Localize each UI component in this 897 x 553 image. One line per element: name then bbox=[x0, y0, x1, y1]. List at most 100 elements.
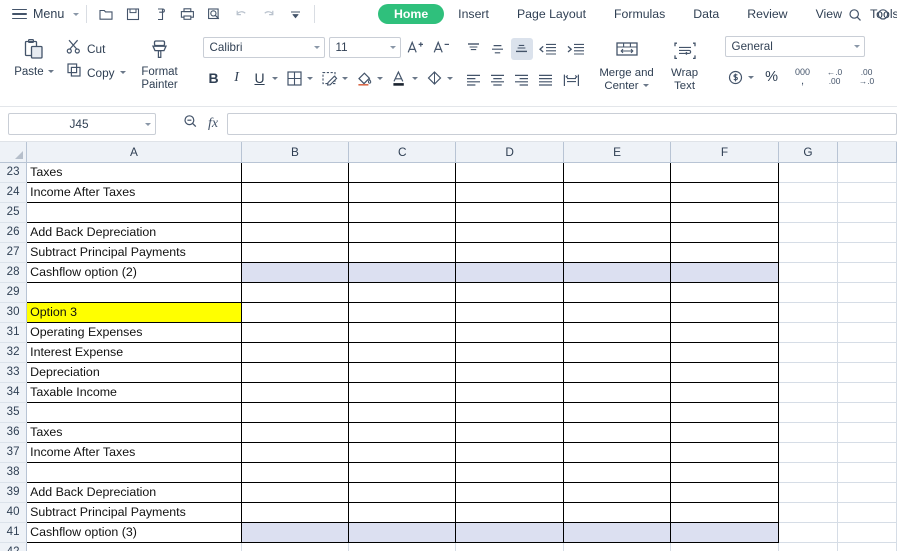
cell-F42[interactable] bbox=[670, 542, 779, 551]
align-middle-button[interactable] bbox=[487, 38, 509, 60]
table-row[interactable]: 28 Cashflow option (2) bbox=[0, 262, 897, 283]
cell-B33[interactable] bbox=[241, 362, 350, 383]
cell-C40[interactable] bbox=[348, 502, 457, 523]
cell-C31[interactable] bbox=[348, 322, 457, 343]
cell-B25[interactable] bbox=[241, 202, 350, 223]
cell-G32[interactable] bbox=[778, 342, 839, 363]
cell-E24[interactable] bbox=[563, 182, 672, 203]
cell-F31[interactable] bbox=[670, 322, 779, 343]
cell-E32[interactable] bbox=[563, 342, 672, 363]
cell-E28[interactable] bbox=[563, 262, 672, 283]
cell-G39[interactable] bbox=[778, 482, 839, 503]
cell-A26[interactable]: Add Back Depreciation bbox=[26, 222, 242, 243]
row-header-38[interactable]: 38 bbox=[0, 462, 28, 483]
format-painter-button[interactable]: Format Painter bbox=[131, 32, 189, 91]
cell-E35[interactable] bbox=[563, 402, 672, 423]
cell-F30[interactable] bbox=[670, 302, 779, 323]
clear-formatting-dropdown-icon[interactable] bbox=[446, 76, 453, 80]
font-color-button[interactable] bbox=[389, 67, 411, 89]
table-row[interactable]: 30 Option 3 bbox=[0, 302, 897, 323]
row-header-36[interactable]: 36 bbox=[0, 422, 28, 443]
row-header-42[interactable]: 42 bbox=[0, 542, 28, 551]
wrap-text-button[interactable]: Wrap Text bbox=[657, 34, 713, 93]
row-header-37[interactable]: 37 bbox=[0, 442, 28, 463]
cell-G25[interactable] bbox=[778, 202, 839, 223]
borders-dropdown-icon[interactable] bbox=[306, 76, 313, 80]
cell-D38[interactable] bbox=[455, 462, 564, 483]
cell-G33[interactable] bbox=[778, 362, 839, 383]
increase-decimal-button[interactable]: .00 →.0 bbox=[854, 66, 880, 88]
formula-input[interactable] bbox=[227, 113, 897, 135]
row-header-34[interactable]: 34 bbox=[0, 382, 28, 403]
cell-E41[interactable] bbox=[563, 522, 672, 543]
cell-F41[interactable] bbox=[670, 522, 779, 543]
conditional-formatting-button[interactable]: Conditio Formatti bbox=[894, 34, 897, 95]
cell-overflow-40[interactable] bbox=[837, 502, 897, 523]
increase-indent-button[interactable] bbox=[563, 38, 589, 60]
cell-B28[interactable] bbox=[241, 262, 350, 283]
decrease-indent-button[interactable] bbox=[535, 38, 561, 60]
cell-overflow-39[interactable] bbox=[837, 482, 897, 503]
cell-C34[interactable] bbox=[348, 382, 457, 403]
spreadsheet-grid[interactable]: A B C D E F G 23 Taxes 24 Income After Taxe… bbox=[0, 142, 897, 551]
cell-overflow-27[interactable] bbox=[837, 242, 897, 263]
cell-B35[interactable] bbox=[241, 402, 350, 423]
fill-color-dropdown-icon[interactable] bbox=[376, 76, 383, 80]
copy-button[interactable]: Copy bbox=[62, 62, 129, 83]
column-header-g[interactable]: G bbox=[778, 142, 839, 163]
cell-D28[interactable] bbox=[455, 262, 564, 283]
print-preview-icon[interactable] bbox=[202, 3, 226, 25]
cell-B34[interactable] bbox=[241, 382, 350, 403]
select-all-button[interactable] bbox=[0, 142, 28, 163]
cell-G23[interactable] bbox=[778, 162, 839, 183]
cell-B37[interactable] bbox=[241, 442, 350, 463]
cell-A37[interactable]: Income After Taxes bbox=[26, 442, 242, 463]
cell-C41[interactable] bbox=[348, 522, 457, 543]
borders-button[interactable] bbox=[284, 67, 306, 89]
cell-B31[interactable] bbox=[241, 322, 350, 343]
cell-overflow-34[interactable] bbox=[837, 382, 897, 403]
cell-C37[interactable] bbox=[348, 442, 457, 463]
cell-D23[interactable] bbox=[455, 161, 564, 183]
bold-button[interactable]: B bbox=[203, 67, 225, 89]
cell-C33[interactable] bbox=[348, 362, 457, 383]
cell-B42[interactable] bbox=[241, 542, 350, 551]
chevron-down-icon[interactable] bbox=[145, 122, 151, 126]
cell-F39[interactable] bbox=[670, 482, 779, 503]
table-row[interactable]: 36 Taxes bbox=[0, 422, 897, 443]
cell-C25[interactable] bbox=[348, 202, 457, 223]
cell-E38[interactable] bbox=[563, 462, 672, 483]
table-row[interactable]: 25 bbox=[0, 202, 897, 223]
cell-overflow-31[interactable] bbox=[837, 322, 897, 343]
draw-border-dropdown-icon[interactable] bbox=[341, 76, 348, 80]
column-header-c[interactable]: C bbox=[348, 142, 457, 163]
cell-E25[interactable] bbox=[563, 202, 672, 223]
cell-C28[interactable] bbox=[348, 262, 457, 283]
cell-E42[interactable] bbox=[563, 542, 672, 551]
cell-G36[interactable] bbox=[778, 422, 839, 443]
insert-function-icon[interactable]: fx bbox=[208, 116, 218, 132]
cell-B29[interactable] bbox=[241, 282, 350, 303]
open-folder-icon[interactable] bbox=[94, 3, 118, 25]
cell-A24[interactable]: Income After Taxes bbox=[26, 182, 242, 203]
cell-D34[interactable] bbox=[455, 382, 564, 403]
cut-button[interactable]: Cut bbox=[62, 38, 129, 59]
cell-A35[interactable] bbox=[26, 402, 242, 423]
table-row[interactable]: 31 Operating Expenses bbox=[0, 322, 897, 343]
cell-A29[interactable] bbox=[26, 282, 242, 303]
undo-icon[interactable] bbox=[229, 3, 253, 25]
cell-G37[interactable] bbox=[778, 442, 839, 463]
cell-overflow-35[interactable] bbox=[837, 402, 897, 423]
row-header-26[interactable]: 26 bbox=[0, 222, 28, 243]
font-size-select[interactable]: 11 bbox=[328, 36, 401, 58]
table-row[interactable]: 38 bbox=[0, 462, 897, 483]
cell-D30[interactable] bbox=[455, 302, 564, 323]
cell-E30[interactable] bbox=[563, 302, 672, 323]
decrease-font-size-button[interactable] bbox=[431, 36, 453, 58]
cell-F35[interactable] bbox=[670, 402, 779, 423]
row-header-35[interactable]: 35 bbox=[0, 402, 28, 423]
save-icon[interactable] bbox=[121, 3, 145, 25]
row-header-39[interactable]: 39 bbox=[0, 482, 28, 503]
cell-D35[interactable] bbox=[455, 402, 564, 423]
cell-overflow-42[interactable] bbox=[837, 542, 897, 551]
